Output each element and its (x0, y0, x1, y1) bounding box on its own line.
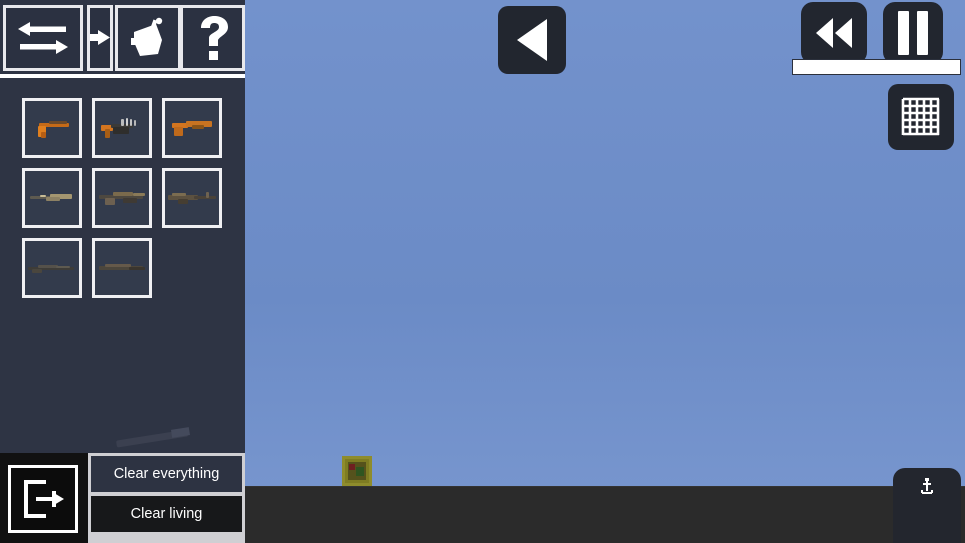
sidebar-toolbar (0, 0, 245, 72)
ground-plane (245, 486, 965, 543)
item-slot-rifle[interactable] (22, 168, 82, 228)
rewind-icon (816, 18, 852, 48)
swap-arrows-icon (18, 22, 68, 54)
exit-button[interactable] (8, 465, 78, 533)
anchor-button[interactable] (893, 468, 961, 543)
rifle-icon (30, 191, 74, 205)
item-slot-submachine-gun[interactable] (92, 98, 152, 158)
rewind-button[interactable] (801, 2, 867, 64)
grid-mesh-icon (901, 97, 940, 136)
drag-preview-weapon (111, 422, 193, 454)
paint-bucket-icon (131, 17, 163, 56)
item-slot-sawed-off[interactable] (162, 98, 222, 158)
tool-button-paint-bucket[interactable] (115, 5, 181, 71)
tool-button-help[interactable] (180, 5, 245, 71)
pause-button[interactable] (883, 2, 943, 64)
clear-living-button[interactable]: Clear living (91, 496, 242, 532)
grid-toggle-button[interactable] (888, 84, 954, 150)
back-button[interactable] (498, 6, 566, 74)
timeline-progress-fill (793, 60, 960, 74)
sawed-off-icon (172, 119, 212, 137)
play-left-icon (517, 19, 547, 61)
game-editor-window: Clear everything Clear living (0, 0, 965, 543)
machine-gun-icon (168, 190, 216, 206)
clear-everything-button[interactable]: Clear everything (91, 456, 242, 492)
pause-icon (898, 11, 928, 55)
anchor-icon (921, 478, 933, 494)
sniper-rifle-icon (28, 261, 76, 275)
sidebar-bottom-bar: Clear everything Clear living (0, 453, 245, 543)
tool-button-next-arrow[interactable] (87, 5, 113, 71)
item-slot-sniper-rifle[interactable] (22, 238, 82, 298)
assault-rifle-icon (99, 189, 145, 207)
item-slot-assault-rifle[interactable] (92, 168, 152, 228)
toolbar-divider (0, 74, 245, 78)
exit-door-icon (24, 480, 64, 518)
item-slot-shotgun[interactable] (92, 238, 152, 298)
left-sidebar: Clear everything Clear living (0, 0, 245, 543)
game-canvas[interactable] (245, 0, 965, 543)
item-slot-machine-gun[interactable] (162, 168, 222, 228)
crate-detail-green (356, 467, 364, 476)
scene-object-crate[interactable] (342, 456, 372, 486)
pistol-icon (35, 118, 69, 138)
item-slot-pistol[interactable] (22, 98, 82, 158)
crate-detail-red (349, 464, 355, 470)
shotgun-icon (99, 261, 145, 275)
arrow-right-icon (90, 30, 110, 45)
item-grid (22, 98, 232, 308)
tool-button-swap[interactable] (3, 5, 83, 71)
question-mark-icon (200, 16, 228, 60)
timeline-progress-bar[interactable] (792, 59, 961, 75)
clear-actions-panel: Clear everything Clear living (88, 453, 245, 543)
smg-icon (101, 117, 143, 139)
